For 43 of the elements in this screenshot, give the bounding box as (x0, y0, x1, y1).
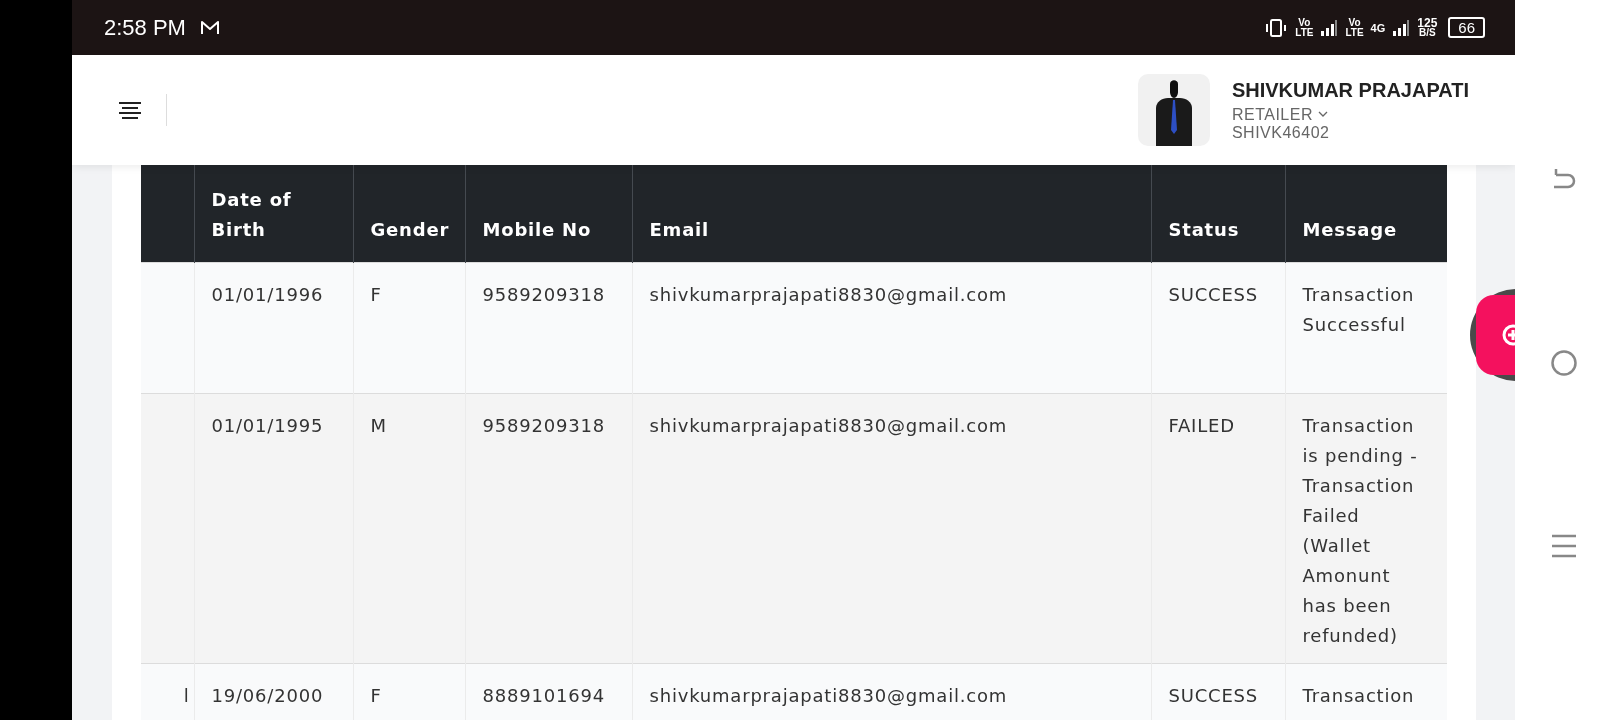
table-cell: Transaction (1285, 663, 1447, 720)
network-type: 4G (1370, 21, 1386, 34)
table-cell: shivkumarprajapati8830@gmail.com (632, 393, 1151, 663)
table-cell: 01/01/1996 (194, 262, 353, 393)
table-cell: l (183, 684, 190, 706)
network-speed: 125 B/S (1417, 17, 1438, 38)
home-icon[interactable] (1549, 348, 1578, 377)
battery-level: 66 (1448, 17, 1485, 38)
table-cell: SUCCESS (1151, 663, 1285, 720)
column-header: Gender (353, 165, 465, 262)
table-cell: 01/01/1995 (194, 393, 353, 663)
user-id: SHIVK46402 (1231, 123, 1331, 142)
volte-label: Vo LTE (1295, 17, 1314, 38)
column-header: Mobile No (465, 165, 632, 262)
column-header: Date of Birth (194, 165, 353, 262)
table-cell: 9589209318 (465, 262, 632, 393)
signal-icon (1392, 18, 1411, 37)
table-cell: 9589209318 (465, 393, 632, 663)
table-cell: Transaction Successful (1285, 262, 1447, 393)
column-header: Email (632, 165, 1151, 262)
table-cell: shivkumarprajapati8830@gmail.com (632, 262, 1151, 393)
table-cell: M (353, 393, 465, 663)
volte-label: Vo LTE (1345, 17, 1364, 38)
table-cell: Transaction is pending - Transaction Failed (Wallet Amonunt has been refunded) (1285, 393, 1447, 663)
table-cell: F (353, 663, 465, 720)
table-cell: FAILED (1151, 393, 1285, 663)
column-header: Message (1285, 165, 1447, 262)
recents-icon[interactable] (1549, 532, 1578, 560)
vibrate-icon (1264, 17, 1289, 38)
user-name: SHIVKUMAR PRAJAPATI (1231, 78, 1469, 102)
user-role[interactable]: RETAILER (1231, 105, 1313, 124)
signal-icon (1320, 18, 1339, 37)
table-cell: 8889101694 (465, 663, 632, 720)
avatar[interactable] (1137, 74, 1210, 146)
menu-icon[interactable] (118, 101, 142, 119)
table-cell: F (353, 262, 465, 393)
clock-time: 2:58 PM (104, 14, 186, 41)
mail-icon (199, 19, 220, 36)
chevron-down-icon[interactable] (1318, 111, 1328, 118)
table-cell: shivkumarprajapati8830@gmail.com (632, 663, 1151, 720)
table-cell: SUCCESS (1151, 262, 1285, 393)
table-cell: 19/06/2000 (194, 663, 353, 720)
column-header: Status (1151, 165, 1285, 262)
